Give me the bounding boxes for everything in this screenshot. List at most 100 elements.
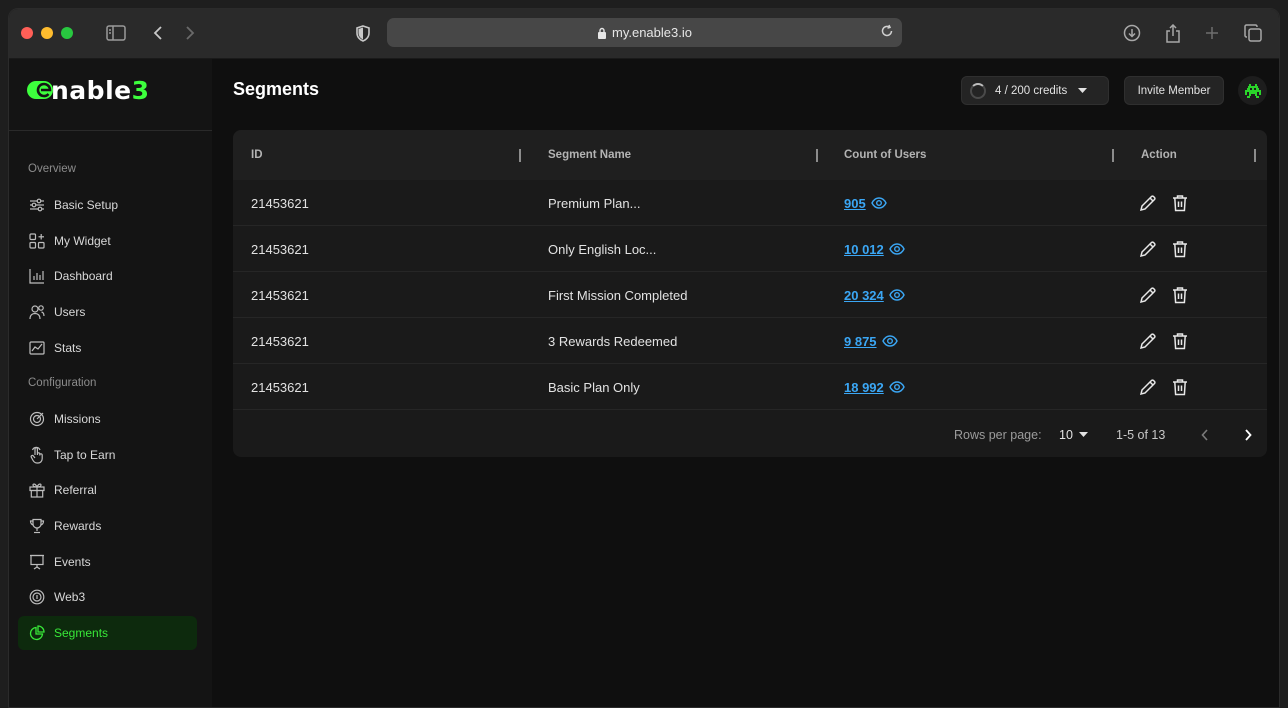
column-resize-handle[interactable]: [519, 149, 521, 162]
back-icon[interactable]: [147, 22, 169, 44]
page-title: Segments: [233, 79, 320, 99]
edit-pencil-icon[interactable]: [1137, 376, 1159, 398]
zoom-window-button[interactable]: [61, 27, 73, 39]
delete-trash-icon[interactable]: [1169, 238, 1191, 260]
trophy-icon: [28, 517, 46, 535]
sidebar-item-label: Stats: [54, 341, 82, 355]
forward-icon[interactable]: [179, 22, 201, 44]
column-header-count-of-users[interactable]: Count of Users: [844, 130, 926, 180]
sidebar-item-dashboard[interactable]: Dashboard: [18, 259, 197, 293]
chevron-right-icon[interactable]: [1237, 424, 1259, 446]
table-row: 21453621 3 Rewards Redeemed 9 875: [233, 318, 1267, 364]
sidebar-item-tap-to-earn[interactable]: Tap to Earn: [18, 438, 197, 472]
sidebar-item-web3[interactable]: Web3: [18, 580, 197, 614]
table-row: 21453621 Premium Plan... 905: [233, 180, 1267, 226]
logo-wordmark: nable3: [51, 75, 150, 105]
section-label-overview: Overview: [28, 163, 76, 175]
delete-trash-icon[interactable]: [1169, 284, 1191, 306]
table-row: 21453621 Basic Plan Only 18 992: [233, 364, 1267, 410]
minimize-window-button[interactable]: [41, 27, 53, 39]
table-row: 21453621 Only English Loc... 10 012: [233, 226, 1267, 272]
sidebar-item-my-widget[interactable]: My Widget: [18, 224, 197, 258]
eye-icon[interactable]: [870, 197, 887, 209]
users-icon: [28, 303, 46, 321]
shield-icon[interactable]: [352, 22, 374, 44]
user-count-link[interactable]: 18 992: [844, 380, 884, 395]
reload-icon[interactable]: [880, 24, 894, 41]
delete-trash-icon[interactable]: [1169, 330, 1191, 352]
new-tab-icon[interactable]: [1201, 22, 1223, 44]
sidebar-item-label: Dashboard: [54, 269, 113, 283]
address-bar[interactable]: my.enable3.io: [387, 18, 902, 47]
caret-down-icon: [1078, 87, 1088, 94]
url-text: my.enable3.io: [612, 25, 692, 40]
credits-progress-icon: [970, 82, 986, 99]
column-header-id[interactable]: ID: [251, 130, 263, 180]
segment-name: Premium Plan...: [548, 195, 641, 211]
tap-hand-icon: [28, 446, 46, 464]
user-count-link[interactable]: 20 324: [844, 288, 884, 303]
segment-name: Basic Plan Only: [548, 379, 640, 395]
sidebar-item-stats[interactable]: Stats: [18, 331, 197, 365]
user-count-link[interactable]: 9 875: [844, 334, 877, 349]
column-header-action: Action: [1141, 149, 1177, 161]
logo-mark: [27, 81, 53, 99]
sidebar-item-label: Rewards: [54, 519, 102, 533]
edit-pencil-icon[interactable]: [1137, 238, 1159, 260]
delete-trash-icon[interactable]: [1169, 376, 1191, 398]
edit-pencil-icon[interactable]: [1137, 284, 1159, 306]
delete-trash-icon[interactable]: [1169, 192, 1191, 214]
edit-pencil-icon[interactable]: [1137, 330, 1159, 352]
sidebar-toggle-icon[interactable]: [105, 22, 127, 44]
sidebar-item-rewards[interactable]: Rewards: [18, 509, 197, 543]
eye-icon[interactable]: [881, 335, 898, 347]
table-row: 21453621 First Mission Completed 20 324: [233, 272, 1267, 318]
segment-id: 21453621: [251, 241, 309, 257]
sidebar-item-label: Tap to Earn: [54, 448, 116, 462]
share-icon[interactable]: [1162, 22, 1184, 44]
sidebar-item-label: Basic Setup: [54, 198, 119, 212]
sidebar-item-missions[interactable]: Missions: [18, 402, 197, 436]
edit-pencil-icon[interactable]: [1137, 192, 1159, 214]
chevron-left-icon[interactable]: [1194, 424, 1216, 446]
sidebar-item-basic-setup[interactable]: Basic Setup: [18, 188, 197, 222]
close-window-button[interactable]: [21, 27, 33, 39]
credits-label: 4 / 200 credits: [995, 84, 1068, 97]
sidebar-item-label: Missions: [54, 412, 101, 426]
sidebar-item-label: Events: [54, 555, 91, 569]
column-resize-handle[interactable]: [816, 149, 818, 162]
widget-grid-icon: [28, 232, 46, 250]
download-icon[interactable]: [1121, 22, 1143, 44]
target-icon: [28, 410, 46, 428]
sidebar-item-label: Segments: [54, 626, 109, 640]
user-count-link[interactable]: 10 012: [844, 242, 884, 257]
invite-member-button[interactable]: Invite Member: [1124, 76, 1224, 105]
table-header: ID Segment Name Count of Users Action: [233, 130, 1267, 180]
presentation-icon: [28, 553, 46, 571]
sidebar-item-users[interactable]: Users: [18, 295, 197, 329]
eye-icon[interactable]: [888, 289, 905, 301]
segment-name: First Mission Completed: [548, 287, 688, 303]
column-resize-handle[interactable]: [1254, 149, 1256, 162]
alien-avatar-icon[interactable]: [1238, 76, 1267, 105]
user-count-link[interactable]: 905: [844, 196, 866, 211]
sliders-icon: [28, 196, 46, 214]
credits-dropdown[interactable]: 4 / 200 credits: [961, 76, 1109, 105]
column-header-segment-name[interactable]: Segment Name: [548, 130, 631, 180]
segment-name: Only English Loc...: [548, 241, 657, 257]
segment-id: 21453621: [251, 195, 309, 211]
sidebar-item-segments[interactable]: Segments: [18, 616, 197, 650]
eye-icon[interactable]: [888, 243, 905, 255]
eye-icon[interactable]: [888, 381, 905, 393]
sidebar-item-referral[interactable]: Referral: [18, 473, 197, 507]
tabs-overview-icon[interactable]: [1242, 22, 1264, 44]
gift-icon: [28, 481, 46, 499]
rows-per-page-label: Rows per page:: [954, 427, 1042, 442]
sidebar-item-events[interactable]: Events: [18, 545, 197, 579]
brand-logo[interactable]: nable3: [27, 75, 150, 105]
segments-table: ID Segment Name Count of Users Action 21…: [233, 130, 1267, 457]
column-resize-handle[interactable]: [1112, 149, 1114, 162]
stats-icon: [28, 339, 46, 357]
rows-per-page-select[interactable]: 10: [1059, 412, 1088, 457]
segment-id: 21453621: [251, 333, 309, 349]
